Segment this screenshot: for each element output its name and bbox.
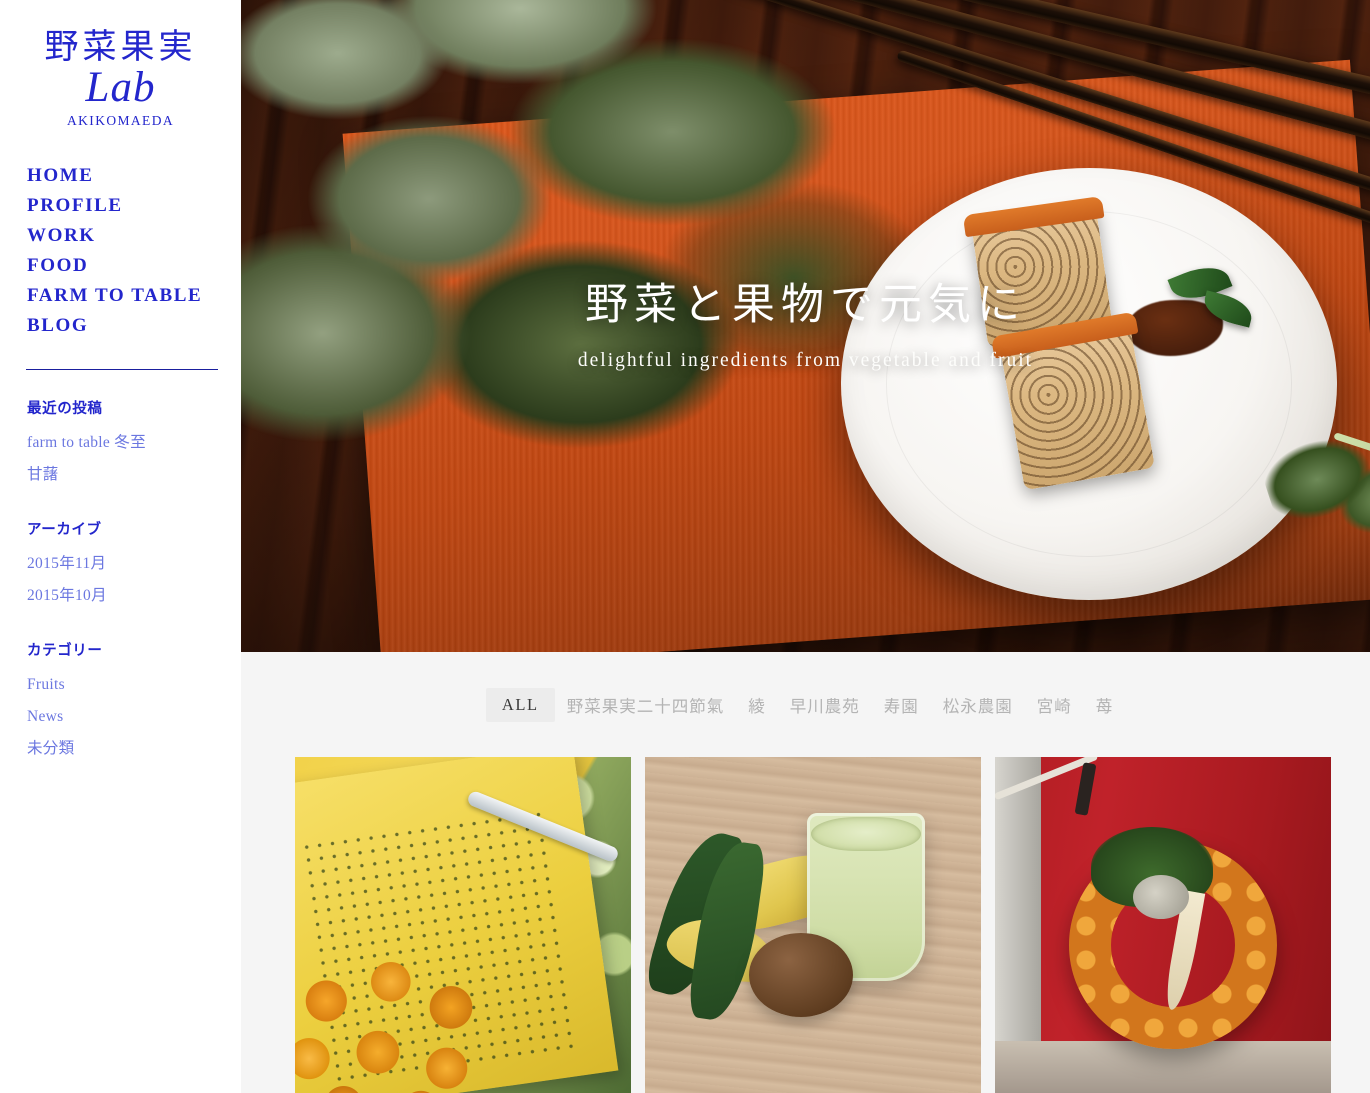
filter-hayakawanouen[interactable]: 早川農苑 [778,686,872,724]
hero-banner[interactable]: 野菜と果物で元気に delightful ingredients from ve… [241,0,1370,652]
filter-aya[interactable]: 綾 [736,686,778,724]
page-root: 野菜果実 Lab AKIKOMAEDA HOME PROFILE WORK FO… [0,0,1370,1093]
primary-navigation: HOME PROFILE WORK FOOD FARM TO TABLE BLO… [0,161,241,341]
nav-item-farm-to-table[interactable]: FARM TO TABLE [27,281,241,311]
widget-title-archives: アーカイブ [27,522,102,539]
filter-matsunaganouen[interactable]: 松永農園 [931,686,1025,724]
widget-recent-posts: 最近の投稿 farm to table 冬至 甘藷 [0,397,241,491]
hero-cake-slice-2 [998,319,1156,491]
category-link-fruits[interactable]: Fruits [27,669,241,701]
filter-kotobukien[interactable]: 寿園 [872,686,931,724]
gallery-item-orange-wreath[interactable] [995,757,1331,1093]
nav-item-food[interactable]: FOOD [27,251,241,281]
sidebar-divider [26,369,218,371]
widget-archives: アーカイブ 2015年11月 2015年10月 [0,518,241,612]
gallery-grid [241,757,1370,1093]
sidebar: 野菜果実 Lab AKIKOMAEDA HOME PROFILE WORK FO… [0,0,241,1093]
logo-japanese-text: 野菜果実 [44,29,197,66]
gallery-item-citrus-crate[interactable] [295,757,631,1093]
nav-item-home[interactable]: HOME [27,161,241,191]
gallery-item-green-smoothie[interactable] [645,757,981,1093]
gallery-thumb-orange-wreath [995,757,1331,1093]
widget-categories: カテゴリー Fruits News 未分類 [0,639,241,765]
nav-item-blog[interactable]: BLOG [27,311,241,341]
archive-link-2015-11[interactable]: 2015年11月 [27,548,241,580]
main-content: 野菜と果物で元気に delightful ingredients from ve… [241,0,1370,1093]
archive-link-2015-10[interactable]: 2015年10月 [27,580,241,612]
site-logo[interactable]: 野菜果実 Lab AKIKOMAEDA [18,0,223,129]
nav-item-work[interactable]: WORK [27,221,241,251]
category-link-uncategorized[interactable]: 未分類 [27,733,241,765]
gallery-thumb-citrus-crate [295,757,631,1093]
nav-item-profile[interactable]: PROFILE [27,191,241,221]
recent-post-link-1[interactable]: farm to table 冬至 [27,427,241,459]
category-link-news[interactable]: News [27,701,241,733]
hero-photo-food [241,0,1370,652]
logo-author-text: AKIKOMAEDA [67,113,174,129]
logo-lab-text: Lab [85,64,156,112]
recent-post-link-2[interactable]: 甘藷 [27,459,241,491]
widget-title-categories: カテゴリー [27,643,103,660]
filter-ichigo[interactable]: 苺 [1084,686,1126,724]
category-filter-bar: ALL 野菜果実二十四節氣 綾 早川農苑 寿園 松永農園 宮崎 苺 [241,652,1370,757]
widget-title-recent-posts: 最近の投稿 [27,401,103,418]
filter-miyazaki[interactable]: 宮崎 [1025,686,1084,724]
filter-nijushisekki[interactable]: 野菜果実二十四節氣 [555,686,737,724]
filter-all[interactable]: ALL [485,687,555,722]
gallery-thumb-green-smoothie [645,757,981,1093]
